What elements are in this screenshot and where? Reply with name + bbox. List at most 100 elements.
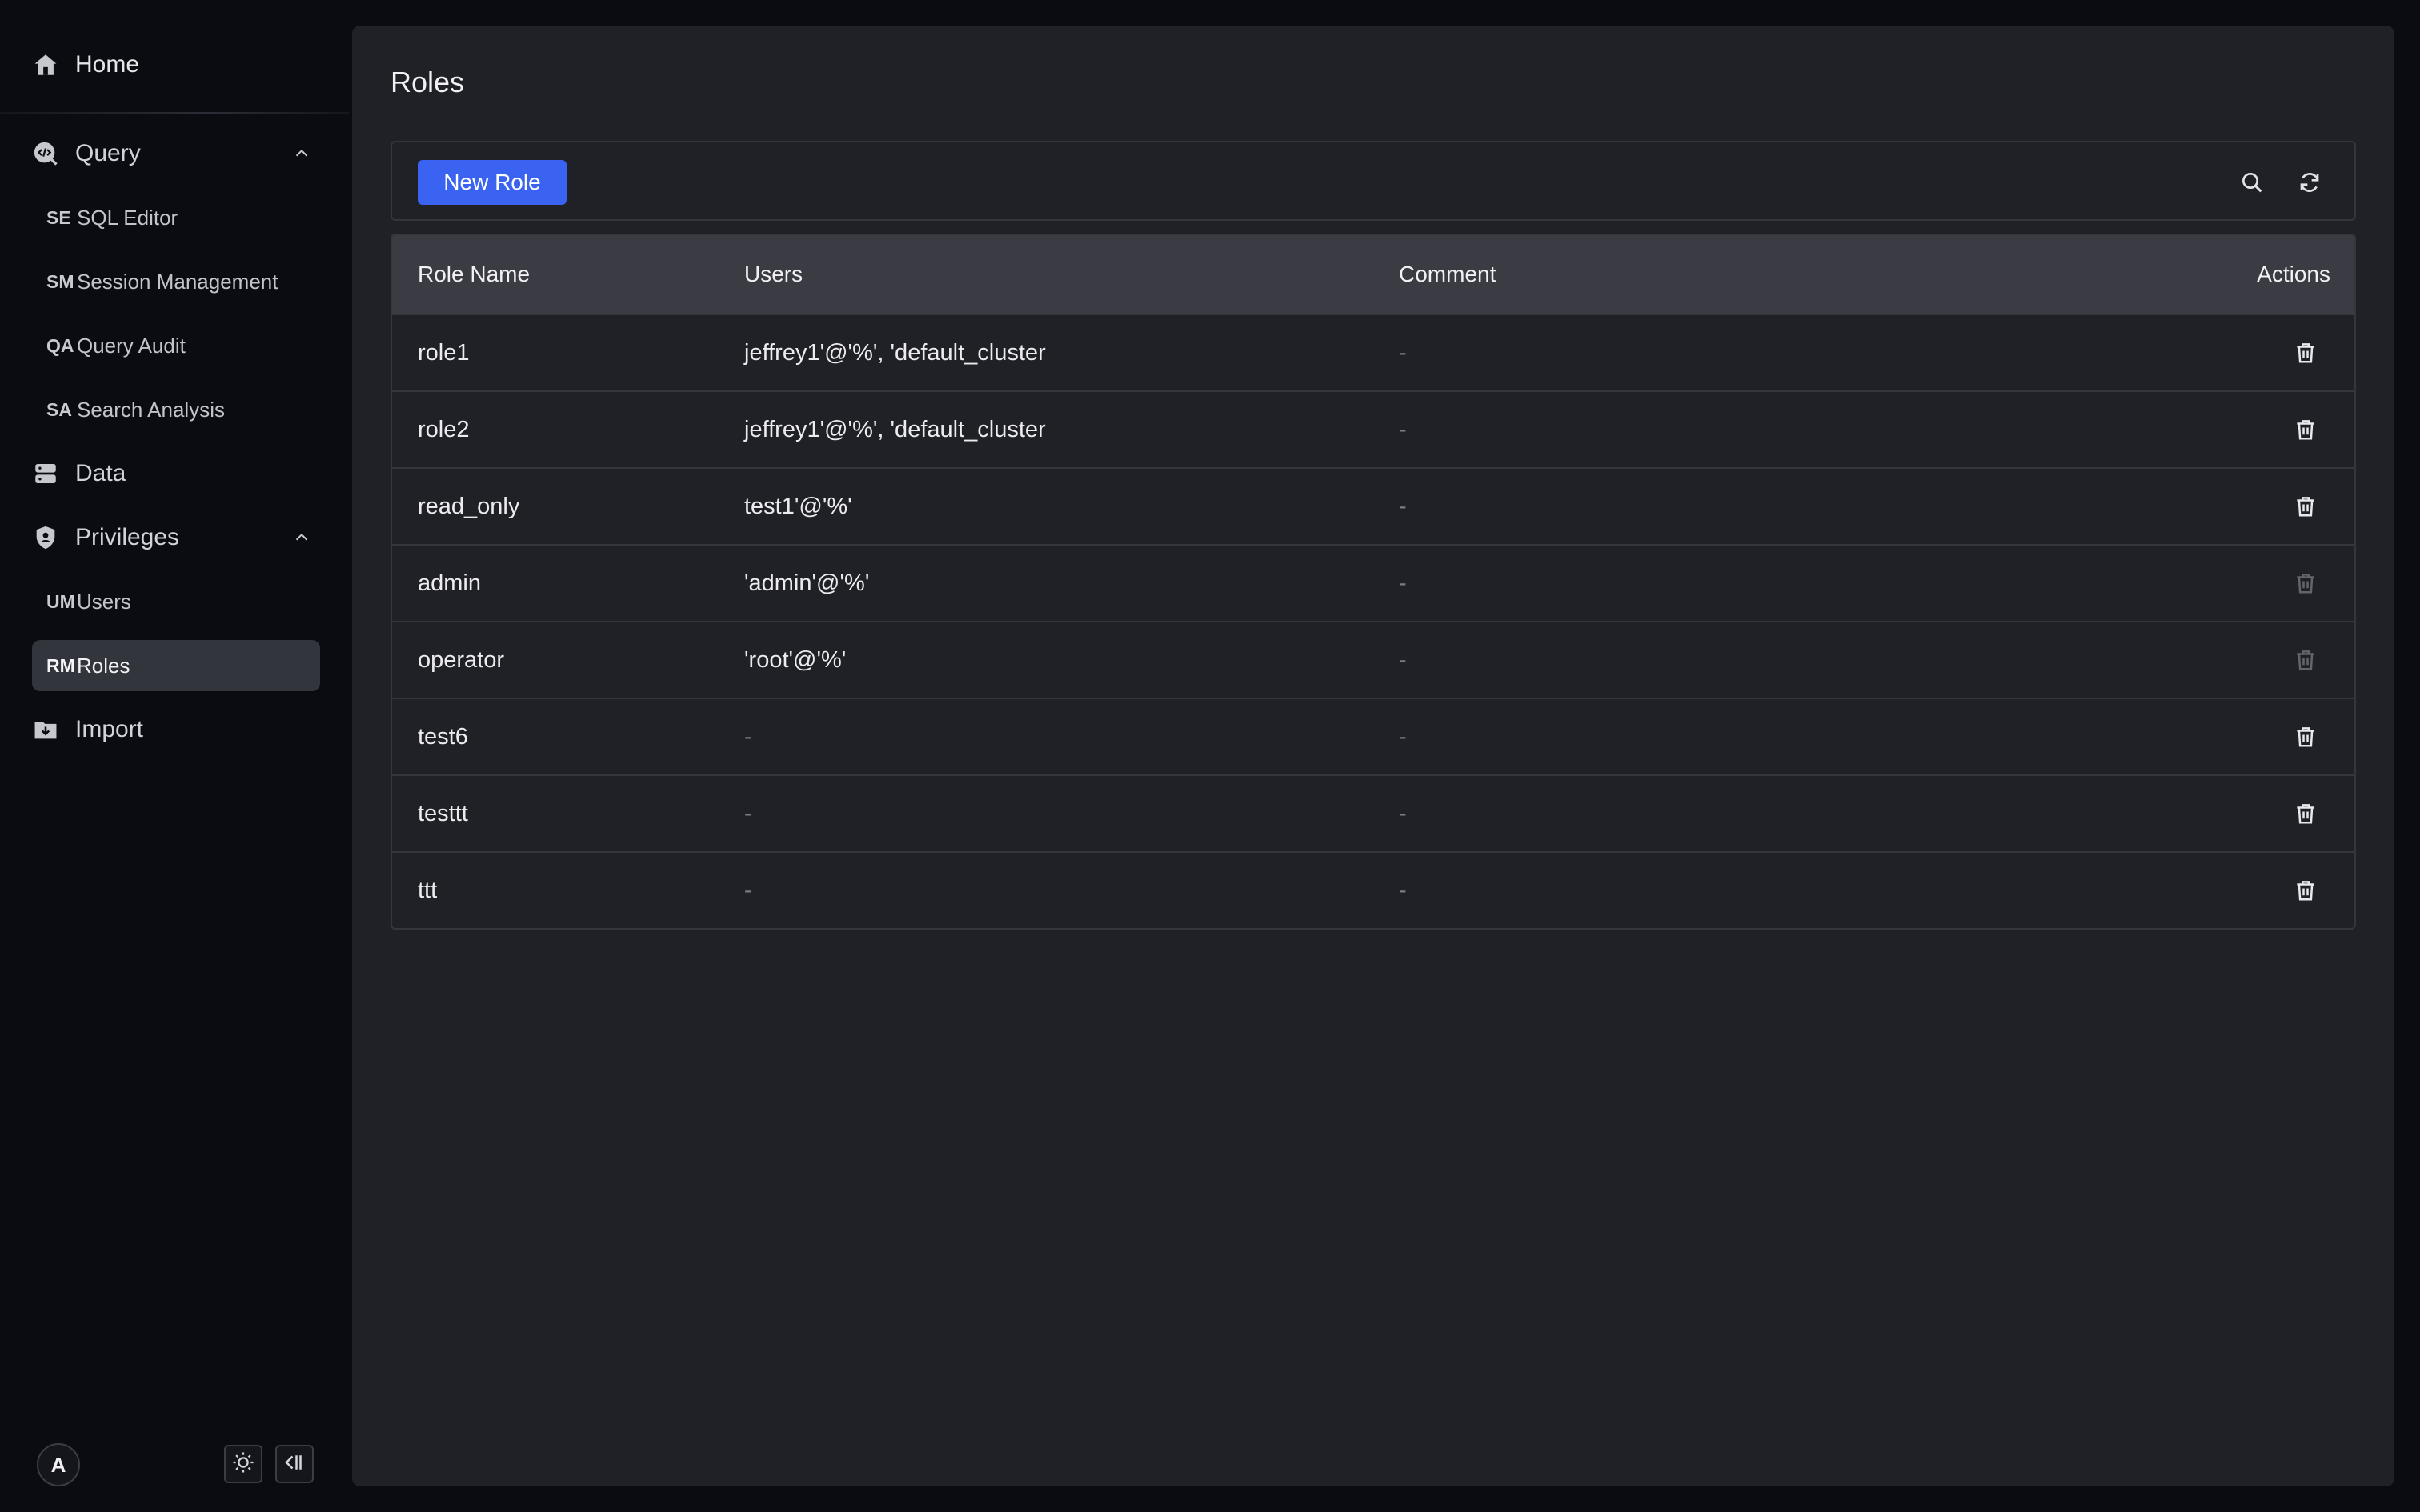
table-row: operator 'root'@'%' - bbox=[392, 621, 2354, 698]
sidebar-item-data[interactable]: Data bbox=[32, 453, 320, 494]
sidebar-item-label: Search Analysis bbox=[77, 397, 225, 422]
trash-icon bbox=[2297, 497, 2314, 517]
theme-toggle-button[interactable] bbox=[224, 1445, 262, 1483]
sidebar-item-abbr: UM bbox=[46, 590, 75, 612]
shield-icon bbox=[32, 524, 59, 551]
role-name-cell: role2 bbox=[418, 416, 470, 442]
trash-icon bbox=[2297, 650, 2314, 670]
users-cell: jeffrey1'@'%', 'default_cluster bbox=[744, 339, 1046, 366]
comment-cell: - bbox=[1399, 416, 1407, 442]
sidebar-item-home[interactable]: Home bbox=[32, 45, 320, 85]
users-cell: - bbox=[744, 877, 752, 903]
column-header-actions: Actions bbox=[2257, 262, 2330, 286]
database-icon bbox=[32, 460, 59, 487]
sidebar-item-query-audit[interactable]: QA Query Audit bbox=[32, 320, 320, 371]
users-cell: test1'@'%' bbox=[744, 493, 852, 519]
sidebar-divider bbox=[0, 112, 349, 114]
users-cell: jeffrey1'@'%', 'default_cluster bbox=[744, 416, 1046, 442]
users-cell: - bbox=[744, 800, 752, 826]
delete-role-button[interactable] bbox=[2290, 414, 2321, 445]
sidebar-item-sql-editor[interactable]: SE SQL Editor bbox=[32, 192, 320, 243]
delete-role-button[interactable] bbox=[2290, 722, 2321, 752]
comment-cell: - bbox=[1399, 800, 1407, 826]
sidebar-item-label: Import bbox=[75, 716, 144, 742]
sidebar-item-label: Home bbox=[75, 51, 140, 78]
delete-role-button[interactable] bbox=[2290, 875, 2321, 906]
trash-icon bbox=[2297, 804, 2314, 824]
sidebar-item-label: SQL Editor bbox=[77, 205, 178, 230]
refresh-icon[interactable] bbox=[2294, 166, 2326, 198]
sidebar-item-abbr: RM bbox=[46, 654, 75, 676]
sidebar-item-users[interactable]: UM Users bbox=[32, 576, 320, 627]
sidebar-item-label: Session Management bbox=[77, 269, 278, 294]
sidebar-group-query[interactable]: Query bbox=[32, 133, 320, 174]
sun-icon bbox=[231, 1450, 255, 1478]
sidebar: Home Query SE SQL Editor SM Session Mana… bbox=[0, 0, 352, 1512]
table-row: test6 - - bbox=[392, 698, 2354, 774]
sidebar-item-abbr: SE bbox=[46, 206, 71, 228]
delete-role-button[interactable] bbox=[2290, 491, 2321, 522]
sidebar-item-label: Data bbox=[75, 460, 126, 486]
sidebar-item-label: Roles bbox=[77, 653, 130, 678]
sidebar-item-search-analysis[interactable]: SA Search Analysis bbox=[32, 384, 320, 435]
import-folder-icon bbox=[32, 716, 59, 743]
sidebar-item-abbr: SM bbox=[46, 270, 74, 292]
column-header-comment[interactable]: Comment bbox=[1399, 235, 1496, 314]
comment-cell: - bbox=[1399, 723, 1407, 750]
table-row: testtt - - bbox=[392, 774, 2354, 851]
column-header-users[interactable]: Users bbox=[744, 235, 803, 314]
query-icon bbox=[32, 140, 59, 167]
sidebar-group-label: Query bbox=[75, 140, 141, 166]
chevron-up-icon[interactable] bbox=[291, 527, 312, 548]
trash-icon bbox=[2297, 343, 2314, 363]
delete-role-button[interactable] bbox=[2290, 338, 2321, 368]
trash-icon bbox=[2297, 881, 2314, 901]
delete-role-button[interactable] bbox=[2290, 798, 2321, 829]
comment-cell: - bbox=[1399, 339, 1407, 366]
table-header: Role Name Users Comment Actions bbox=[392, 235, 2354, 314]
role-name-cell: test6 bbox=[418, 723, 468, 750]
table-row: read_only test1'@'%' - bbox=[392, 467, 2354, 544]
page-title: Roles bbox=[391, 66, 465, 98]
trash-icon bbox=[2297, 727, 2314, 747]
role-name-cell: operator bbox=[418, 646, 505, 673]
delete-role-button-disabled bbox=[2290, 568, 2321, 598]
sidebar-group-label: Privileges bbox=[75, 524, 180, 550]
role-name-cell: role1 bbox=[418, 339, 470, 366]
sidebar-item-label: Users bbox=[77, 589, 131, 614]
users-cell: - bbox=[744, 723, 752, 750]
sidebar-item-session-management[interactable]: SM Session Management bbox=[32, 256, 320, 307]
role-name-cell: read_only bbox=[418, 493, 520, 519]
roles-table: Role Name Users Comment Actions role1 je… bbox=[391, 234, 2356, 930]
comment-cell: - bbox=[1399, 646, 1407, 673]
comment-cell: - bbox=[1399, 493, 1407, 519]
chevron-up-icon[interactable] bbox=[291, 143, 312, 164]
search-icon[interactable] bbox=[2236, 166, 2268, 198]
column-header-role-name[interactable]: Role Name bbox=[418, 235, 530, 314]
role-name-cell: admin bbox=[418, 570, 481, 596]
new-role-button[interactable]: New Role bbox=[418, 160, 567, 205]
toolbar: New Role bbox=[391, 141, 2356, 221]
role-name-cell: ttt bbox=[418, 877, 438, 903]
sidebar-item-import[interactable]: Import bbox=[32, 709, 320, 750]
sidebar-item-abbr: QA bbox=[46, 334, 74, 356]
avatar[interactable]: A bbox=[37, 1443, 80, 1486]
comment-cell: - bbox=[1399, 570, 1407, 596]
role-name-cell: testtt bbox=[418, 800, 468, 826]
comment-cell: - bbox=[1399, 877, 1407, 903]
table-row: ttt - - bbox=[392, 851, 2354, 928]
users-cell: 'admin'@'%' bbox=[744, 570, 870, 596]
sidebar-item-roles[interactable]: RM Roles bbox=[32, 640, 320, 691]
trash-icon bbox=[2297, 420, 2314, 440]
trash-icon bbox=[2297, 574, 2314, 594]
users-cell: 'root'@'%' bbox=[744, 646, 847, 673]
table-row: admin 'admin'@'%' - bbox=[392, 544, 2354, 621]
table-row: role2 jeffrey1'@'%', 'default_cluster - bbox=[392, 390, 2354, 467]
collapse-sidebar-icon bbox=[282, 1450, 307, 1478]
delete-role-button-disabled bbox=[2290, 645, 2321, 675]
sidebar-group-privileges[interactable]: Privileges bbox=[32, 517, 320, 558]
main-panel: Roles New Role Role Name Users Comment A… bbox=[352, 26, 2394, 1486]
collapse-sidebar-button[interactable] bbox=[275, 1445, 314, 1483]
sidebar-item-abbr: SA bbox=[46, 398, 72, 420]
sidebar-item-label: Query Audit bbox=[77, 333, 186, 358]
